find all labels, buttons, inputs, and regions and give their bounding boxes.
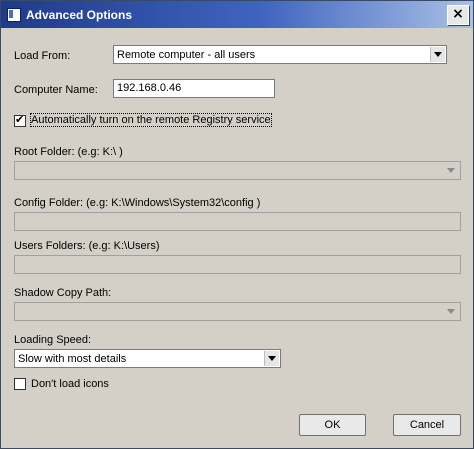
- title-bar[interactable]: Advanced Options ×: [1, 1, 473, 28]
- load-from-label: Load From:: [14, 50, 71, 62]
- window-title: Advanced Options: [26, 8, 133, 22]
- shadow-copy-path-label: Shadow Copy Path:: [14, 287, 112, 299]
- app-icon: [7, 8, 21, 22]
- auto-registry-label[interactable]: Automatically turn on the remote Registr…: [30, 113, 272, 127]
- dont-load-icons-checkbox[interactable]: [14, 378, 26, 390]
- chevron-down-icon[interactable]: [264, 351, 279, 366]
- chevron-down-icon[interactable]: [444, 304, 459, 319]
- cancel-button[interactable]: Cancel: [393, 414, 461, 436]
- config-folder-label: Config Folder: (e.g: K:\Windows\System32…: [14, 197, 261, 209]
- dont-load-icons-label[interactable]: Don't load icons: [31, 378, 109, 390]
- checkmark-icon: ✔: [15, 113, 25, 126]
- load-from-selected: Remote computer - all users: [117, 49, 256, 61]
- computer-name-input[interactable]: 192.168.0.46: [113, 79, 275, 98]
- loading-speed-label: Loading Speed:: [14, 334, 92, 346]
- shadow-copy-path-dropdown[interactable]: [14, 302, 461, 321]
- load-from-dropdown[interactable]: Remote computer - all users: [113, 45, 447, 64]
- ok-button[interactable]: OK: [299, 414, 366, 436]
- users-folders-label: Users Folders: (e.g: K:\Users): [14, 240, 160, 252]
- chevron-down-icon[interactable]: [444, 163, 459, 178]
- loading-speed-selected: Slow with most details: [18, 353, 127, 365]
- config-folder-input[interactable]: [14, 212, 461, 231]
- users-folders-input[interactable]: [14, 255, 461, 274]
- root-folder-dropdown[interactable]: [14, 161, 461, 180]
- root-folder-label: Root Folder: (e.g: K:\ ): [14, 146, 123, 158]
- computer-name-label: Computer Name:: [14, 84, 98, 96]
- auto-registry-checkbox[interactable]: ✔: [14, 113, 26, 127]
- close-button[interactable]: ×: [447, 5, 469, 25]
- loading-speed-dropdown[interactable]: Slow with most details: [14, 349, 281, 368]
- advanced-options-dialog: Advanced Options × Load From: Remote com…: [0, 0, 474, 449]
- chevron-down-icon[interactable]: [430, 47, 445, 62]
